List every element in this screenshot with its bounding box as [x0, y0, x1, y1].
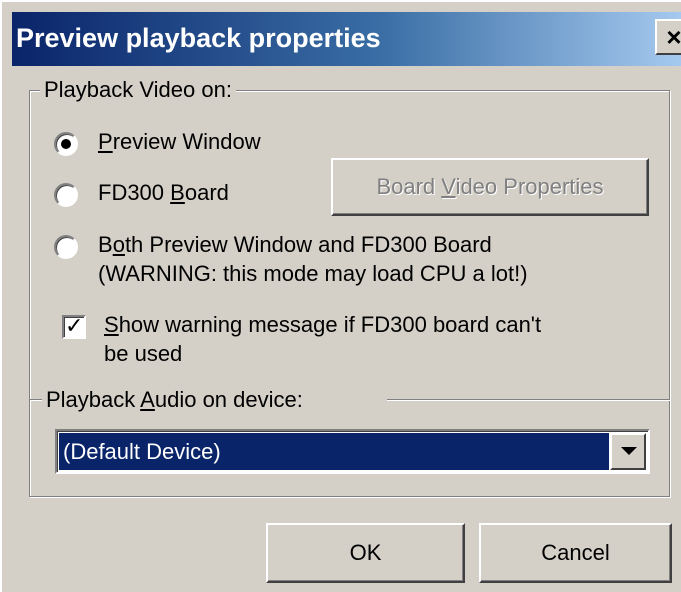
audio-device-value: (Default Device): [59, 433, 609, 470]
checkmark-icon: ✓: [65, 313, 84, 338]
fd300-board-label[interactable]: FD300 Board: [98, 179, 229, 206]
cancel-button[interactable]: Cancel: [479, 523, 672, 583]
show-warning-checkbox[interactable]: ✓: [62, 313, 86, 339]
show-warning-label-line2: be used: [104, 341, 183, 366]
playback-video-legend: Playback Video on:: [40, 77, 236, 103]
close-icon: ×: [666, 22, 681, 52]
show-warning-label[interactable]: Show warning message if FD300 board can'…: [104, 311, 541, 338]
both-outputs-radio[interactable]: [54, 235, 78, 259]
audio-device-select[interactable]: (Default Device): [55, 429, 650, 474]
both-outputs-warning-label: (WARNING: this mode may load CPU a lot!): [98, 261, 528, 286]
board-video-properties-button[interactable]: Board Video Properties: [331, 158, 649, 216]
both-outputs-label[interactable]: Both Preview Window and FD300 Board: [98, 231, 492, 258]
label-part: th Preview Window and FD300 Board: [124, 232, 492, 257]
label-part: oard: [184, 180, 229, 205]
label-part: how warning message if FD300 board can't: [118, 312, 542, 337]
audio-device-label: Playback Audio on device:: [46, 386, 303, 413]
audio-separator-left: [30, 399, 42, 401]
label-accelerator: V: [441, 174, 456, 199]
label-accelerator: o: [112, 232, 125, 257]
title-bar[interactable]: Preview playback properties ×: [12, 12, 681, 66]
window-title: Preview playback properties: [16, 23, 381, 53]
label-accelerator: B: [170, 180, 185, 205]
preview-window-label[interactable]: Preview Window: [98, 128, 261, 155]
dropdown-button[interactable]: [610, 433, 646, 470]
radio-selected-dot: [61, 139, 71, 149]
ok-button[interactable]: OK: [266, 523, 465, 583]
label-part: udio on device:: [154, 387, 303, 412]
close-button[interactable]: ×: [655, 19, 681, 55]
label-part: Board: [376, 174, 442, 199]
label-part: review Window: [112, 129, 261, 154]
label-part: ideo Properties: [455, 174, 604, 199]
label-accelerator: P: [98, 129, 113, 154]
fd300-board-radio[interactable]: [54, 183, 78, 207]
dialog-window: Preview playback properties × Playback V…: [0, 0, 681, 592]
preview-window-radio[interactable]: [54, 132, 78, 156]
label-part: B: [98, 232, 113, 257]
chevron-down-icon: [621, 447, 637, 455]
label-part: Playback: [46, 387, 141, 412]
label-accelerator: S: [104, 312, 119, 337]
label-accelerator: A: [140, 387, 155, 412]
label-part: FD300: [98, 180, 171, 205]
audio-separator-right: [387, 399, 670, 401]
